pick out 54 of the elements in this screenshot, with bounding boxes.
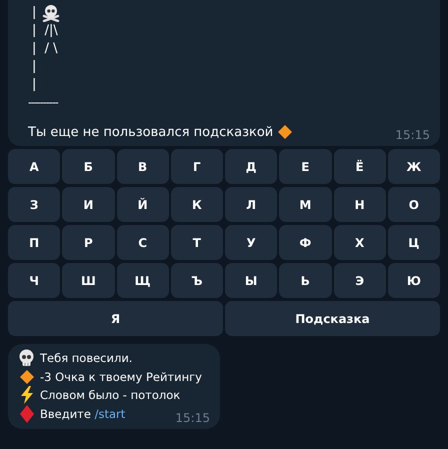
message-line: Тебя повесили.: [40, 351, 132, 366]
keyboard-button[interactable]: Ю: [388, 263, 440, 298]
keyboard-button[interactable]: М: [279, 187, 332, 222]
keyboard-button[interactable]: Подсказка: [225, 301, 440, 336]
skull-crossbones-icon: [42, 4, 60, 22]
keyboard-button[interactable]: И: [62, 187, 114, 222]
diamond-icon: [18, 368, 34, 385]
lightning-icon: [20, 386, 34, 404]
keyboard-button[interactable]: Ы: [225, 263, 278, 298]
keyboard-button[interactable]: Ч: [8, 263, 60, 298]
keyboard-button[interactable]: Н: [334, 187, 386, 222]
ascii-art-line: | /|\: [32, 22, 58, 40]
keyboard-button[interactable]: У: [225, 225, 278, 260]
keyboard-button[interactable]: П: [8, 225, 60, 260]
keyboard-button[interactable]: Д: [225, 149, 278, 184]
ascii-art-line: | / \: [32, 40, 58, 58]
keyboard-button[interactable]: Я: [8, 301, 223, 336]
keyboard-button[interactable]: Ё: [334, 149, 386, 184]
keyboard-button[interactable]: О: [388, 187, 440, 222]
keyboard-button[interactable]: А: [8, 149, 60, 184]
keyboard-button[interactable]: Ш: [62, 263, 114, 298]
keyboard-button[interactable]: Х: [334, 225, 386, 260]
diamond-icon: [277, 124, 294, 140]
keyboard-button[interactable]: Р: [62, 225, 114, 260]
message-line: -3 Очка к твоему Рейтингу: [40, 370, 202, 384]
keyboard-button[interactable]: С: [116, 225, 169, 260]
keyboard-button[interactable]: Ь: [279, 263, 332, 298]
keyboard-button[interactable]: Е: [279, 149, 332, 184]
skull-icon: [18, 349, 35, 368]
ascii-art-line: |: [32, 58, 36, 76]
keyboard-button[interactable]: Л: [225, 187, 278, 222]
message-time: 15:15: [175, 411, 210, 425]
keyboard-button[interactable]: Г: [170, 149, 223, 184]
message-time: 15:15: [395, 128, 430, 142]
ascii-art-line: |: [32, 4, 36, 22]
message-text: Ты еще не пользовался подсказкой: [28, 124, 274, 140]
keyboard-button[interactable]: Ъ: [170, 263, 223, 298]
keyboard-button[interactable]: З: [8, 187, 60, 222]
command-link[interactable]: /start: [94, 406, 126, 421]
keyboard-button[interactable]: Й: [116, 187, 169, 222]
keyboard-button[interactable]: Ц: [388, 225, 440, 260]
ascii-art-line: |: [32, 76, 36, 94]
keyboard-button[interactable]: Ф: [279, 225, 332, 260]
message-line: Введите /start: [40, 406, 126, 421]
message-line: Словом было - потолок: [40, 388, 180, 402]
keyboard-button[interactable]: Т: [170, 225, 223, 260]
keyboard-button[interactable]: В: [116, 149, 169, 184]
diamond-icon: [20, 404, 34, 423]
keyboard-button[interactable]: Щ: [116, 263, 169, 298]
keyboard-button[interactable]: Э: [334, 263, 386, 298]
ascii-art-line: ----------: [28, 95, 58, 111]
keyboard-button[interactable]: Ж: [388, 149, 440, 184]
keyboard-button[interactable]: К: [170, 187, 223, 222]
keyboard-button[interactable]: Б: [62, 149, 114, 184]
